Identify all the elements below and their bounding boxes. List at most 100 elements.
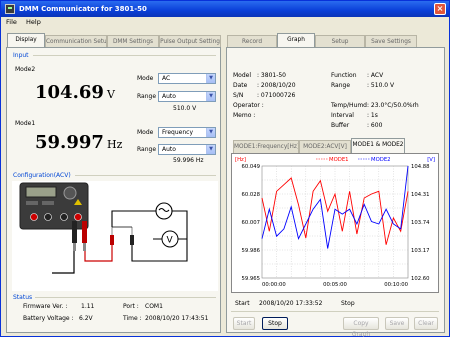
status-section-label: Status <box>13 294 33 301</box>
buffer-value: : 600 <box>367 122 383 129</box>
chevron-down-icon[interactable]: ▼ <box>206 74 215 83</box>
mode2-unit: V <box>107 88 115 101</box>
right-tick-label: 103.74 <box>411 220 430 226</box>
left-tick-label: 59.986 <box>241 248 260 254</box>
mode1-reading: 59.997 <box>35 132 104 153</box>
tab-mode1-and-mode2[interactable]: MODE1 & MODE2 <box>351 138 405 153</box>
divider <box>35 297 216 298</box>
dual-axis-line-chart: [Hz] [V] MODE1 MODE2 60.049 60.028 60.007 59.98… <box>235 157 435 288</box>
mode1-mode-label: Mode <box>137 129 154 136</box>
sn-value: : 071000726 <box>257 92 296 99</box>
mode1-range-note: 59.996 Hz <box>173 157 204 164</box>
start-button[interactable]: Start <box>233 317 255 330</box>
acv-wiring-diagram: V <box>12 181 218 291</box>
title-bar[interactable]: DMM Communicator for 3801-50 × <box>1 1 449 17</box>
graph-area: [Hz] [V] MODE1 MODE2 60.049 60.028 60.007 59.98… <box>231 153 439 293</box>
tab-display[interactable]: Display <box>7 33 45 48</box>
buffer-label: Buffer <box>331 122 350 129</box>
interval-label: Interval <box>331 112 354 119</box>
svg-text:V: V <box>167 236 174 246</box>
firmware-label: Firmware Ver. : <box>23 303 68 310</box>
left-tick-label: 60.007 <box>241 220 260 226</box>
record-stop-label: Stop <box>341 300 355 307</box>
close-icon[interactable]: × <box>434 3 446 15</box>
divider <box>75 175 216 176</box>
graph-panel: Model : 3801-50 Date : 2008/10/20 S/N : … <box>226 47 445 337</box>
save-button[interactable]: Save <box>385 317 409 330</box>
input-section-label: Input <box>13 52 29 59</box>
display-panel: Input Mode2 104.69 V Mode AC ▼ Range Auto… <box>6 47 221 333</box>
mode2-label: Mode2 <box>15 66 36 73</box>
mode2-range-note: 510.0 V <box>173 105 197 112</box>
mode2-range-value: Auto <box>162 93 176 100</box>
time-label: Time : <box>123 315 142 322</box>
range-value: : 510.0 V <box>367 82 395 89</box>
tab-graph[interactable]: Graph <box>277 33 315 48</box>
menu-file[interactable]: File <box>6 18 17 26</box>
mode1-label: Mode1 <box>15 120 36 127</box>
mode1-range-select[interactable]: Auto ▼ <box>158 144 216 155</box>
model-value: : 3801-50 <box>257 72 286 79</box>
interval-value: : 1s <box>367 112 378 119</box>
function-value: : ACV <box>367 72 384 79</box>
model-label: Model <box>233 72 252 79</box>
legend-mode2: MODE2 <box>371 157 391 163</box>
operator-label: Operator : <box>233 102 264 109</box>
left-tick-label: 59.965 <box>241 276 260 282</box>
battery-value: 6.2V <box>79 315 93 322</box>
right-tick-label: 104.31 <box>411 192 430 198</box>
mode2-range-label: Range <box>137 93 157 100</box>
divider <box>33 55 216 56</box>
left-tick-label: 60.049 <box>241 164 260 170</box>
date-value: : 2008/10/20 <box>257 82 296 89</box>
port-value: COM1 <box>145 303 163 310</box>
divider <box>231 311 439 312</box>
left-tick-label: 60.028 <box>241 192 260 198</box>
record-start-value: 2008/10/20 17:33:52 <box>259 300 323 307</box>
port-label: Port : <box>123 303 139 310</box>
menu-bar: File Help <box>1 17 449 28</box>
right-tick-label: 102.60 <box>411 276 430 282</box>
mode1-range-value: Auto <box>162 146 176 153</box>
temp-value: : 23.0°C/50.0%rh <box>367 102 419 109</box>
mode2-reading: 104.69 <box>35 82 104 103</box>
right-axis-unit: [V] <box>427 157 435 163</box>
app-icon <box>5 4 15 14</box>
mode2-mode-select[interactable]: AC ▼ <box>158 73 216 84</box>
mode1-mode-select[interactable]: Frequency ▼ <box>158 127 216 138</box>
menu-help[interactable]: Help <box>26 18 41 26</box>
battery-label: Battery Voltage : <box>23 315 74 322</box>
x-tick-label: 00:00:00 <box>262 282 286 288</box>
x-tick-label: 00:05:00 <box>323 282 347 288</box>
range-label: Range <box>331 82 351 89</box>
time-value: 2008/10/20 17:43:51 <box>145 315 209 322</box>
x-tick-label: 00:10:00 <box>384 282 408 288</box>
chevron-down-icon[interactable]: ▼ <box>206 145 215 154</box>
multimeter-icon <box>19 182 89 230</box>
tab-mode1-frequency[interactable]: MODE1:Frequency[Hz] <box>233 140 299 153</box>
legend-mode1: MODE1 <box>329 157 349 163</box>
function-label: Function <box>331 72 357 79</box>
chevron-down-icon[interactable]: ▼ <box>206 92 215 101</box>
temp-label: Temp/Humd <box>331 102 367 109</box>
mode1-unit: Hz <box>107 138 123 151</box>
sn-label: S/N <box>233 92 244 99</box>
mode1-mode-value: Frequency <box>162 129 193 136</box>
date-label: Date <box>233 82 248 89</box>
mode1-range-label: Range <box>137 146 157 153</box>
window-title: DMM Communicator for 3801-50 <box>19 5 147 13</box>
stop-button[interactable]: Stop <box>262 317 288 330</box>
memo-label: Memo : <box>233 112 256 119</box>
mode2-mode-value: AC <box>162 75 171 82</box>
clear-button[interactable]: Clear <box>414 317 438 330</box>
chevron-down-icon[interactable]: ▼ <box>206 128 215 137</box>
tab-mode2-acv[interactable]: MODE2:ACV[V] <box>299 140 351 153</box>
mode2-range-select[interactable]: Auto ▼ <box>158 91 216 102</box>
config-section-label: Configuration(ACV) <box>13 172 71 179</box>
record-start-label: Start <box>235 300 250 307</box>
copy-graph-button[interactable]: Copy Graph <box>343 317 379 337</box>
firmware-value: 1.11 <box>81 303 95 310</box>
app-window: DMM Communicator for 3801-50 × File Help… <box>0 0 450 337</box>
right-tick-label: 103.17 <box>411 248 430 254</box>
left-axis-unit: [Hz] <box>235 157 246 163</box>
